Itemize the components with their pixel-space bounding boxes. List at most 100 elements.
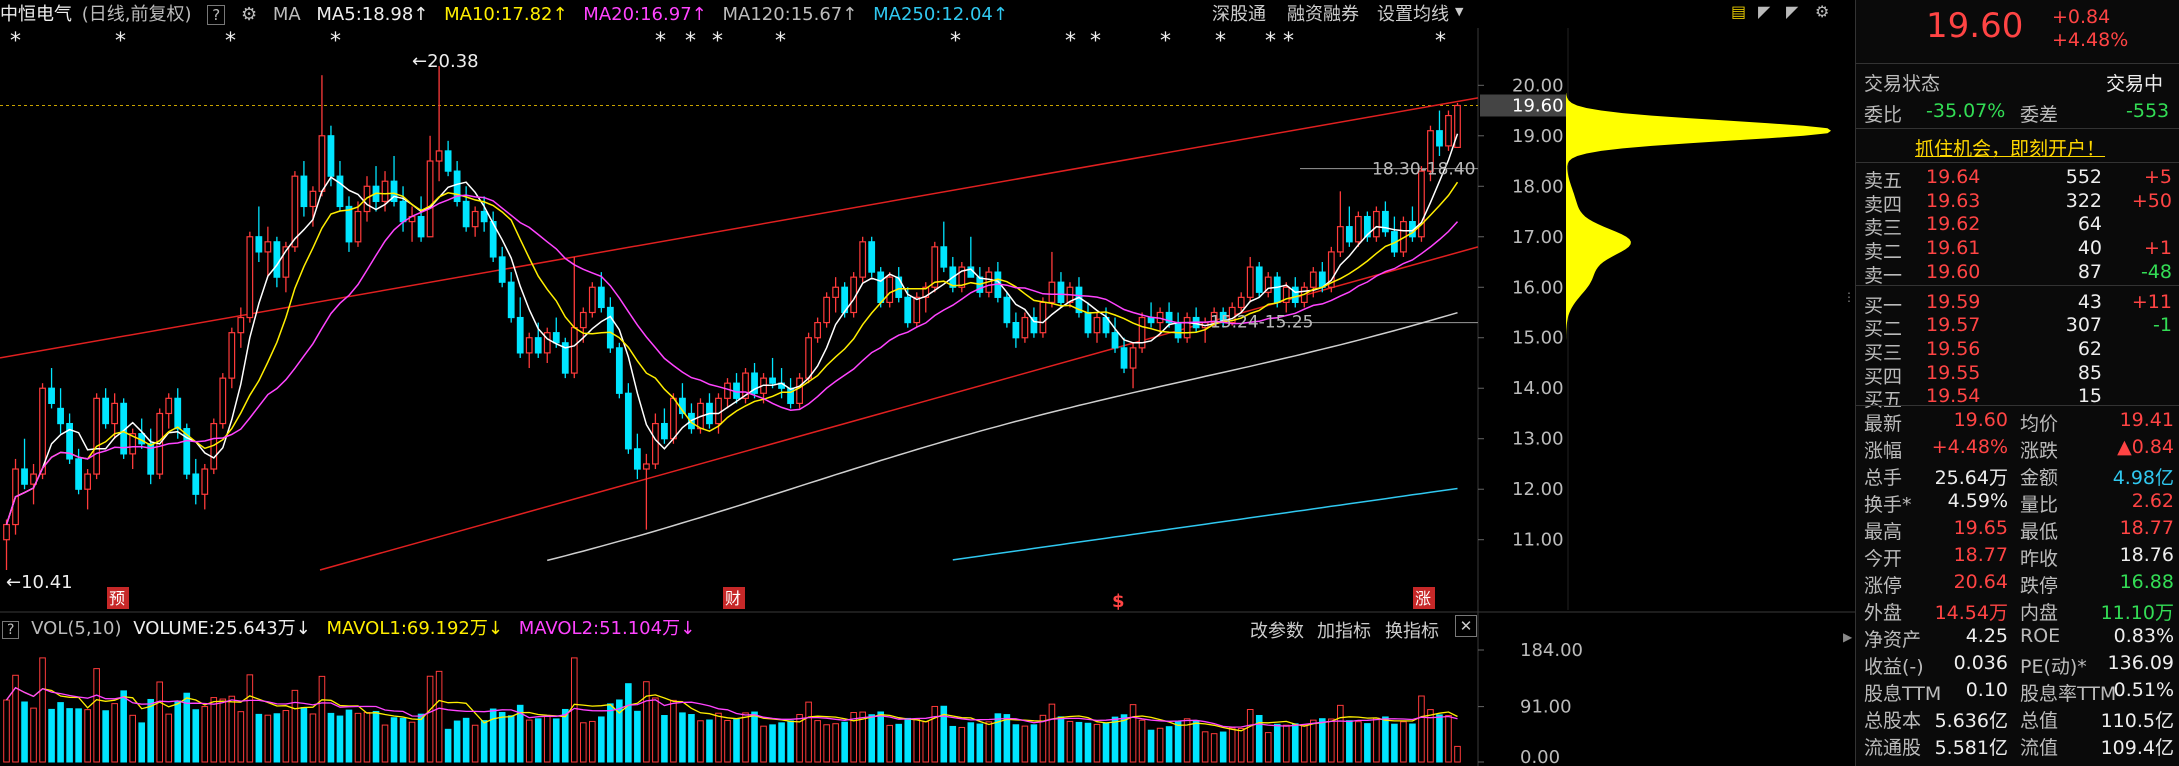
bid-row[interactable]: 买五 19.54 15 [1856, 385, 2179, 411]
stat-value: 4.59% [1947, 490, 2008, 512]
candle-body [507, 281, 515, 319]
volume-bar [1418, 695, 1425, 763]
volume-profile-shape [1566, 92, 1831, 353]
volume-bar [471, 724, 479, 763]
volume-bar [652, 697, 659, 763]
stat-value: +4.48% [1931, 436, 2008, 458]
candle-body [814, 321, 822, 339]
y-tick-label: 19.00 [1512, 126, 1564, 147]
dividend-marker: $ [1112, 591, 1125, 612]
event-star-icon: * [1160, 29, 1171, 54]
close-icon[interactable]: ✕ [1455, 615, 1477, 637]
candle-body [1237, 296, 1245, 309]
volume-bar [733, 718, 740, 763]
volume-bar [39, 657, 46, 763]
volume-bar [1003, 714, 1011, 763]
volume-bar [625, 683, 632, 763]
candle-body [769, 377, 776, 384]
stat-row: 总手 25.64万 金额 4.98亿 [1856, 463, 2179, 489]
ask-row[interactable]: 卖五 19.64 552 +5 [1856, 166, 2179, 192]
candle-body [1336, 226, 1344, 253]
candle-body [895, 276, 903, 298]
candle-body [642, 463, 650, 470]
switch-indicator-button[interactable]: 换指标 [1385, 617, 1439, 643]
bid-row[interactable]: 买三 19.56 62 [1856, 338, 2179, 364]
event-star-icon: * [1435, 29, 1446, 54]
volume-bar [1319, 718, 1326, 763]
candle-body [318, 135, 326, 192]
volume-bar [877, 711, 884, 763]
candlestick-chart[interactable]: * * * * * * * * * * * * * * * * 20.00 19.00 18.00 17.00 16.0… [0, 0, 1855, 766]
event-star-icon: * [330, 29, 341, 54]
volume-bar [949, 725, 957, 763]
level-price: 19.60 [1926, 260, 1981, 283]
volume-bar [1273, 723, 1281, 763]
candle-body [192, 473, 200, 495]
volume-bar [1210, 733, 1218, 763]
candle-body [237, 316, 245, 334]
event-star-icon: * [712, 29, 723, 54]
volume-header: ? VOL(5,10) VOLUME:25.643万↓ MAVOL1:69.19… [0, 614, 695, 644]
candle-body [354, 210, 362, 243]
volume-bar [886, 724, 894, 763]
volume-bar [841, 721, 848, 763]
volume-bar [444, 728, 452, 763]
stat-value: 0.83% [2113, 625, 2174, 647]
volume-bar [336, 715, 344, 763]
change-params-button[interactable]: 改参数 [1250, 617, 1304, 643]
trend-lines [0, 97, 1479, 571]
stat-value: 5.581亿 [1934, 737, 2008, 759]
bid-row[interactable]: 买二 19.57 307 -1 [1856, 314, 2179, 340]
ask-row[interactable]: 卖三 19.62 64 [1856, 213, 2179, 239]
volume-bar [1075, 721, 1083, 763]
ask-row[interactable]: 卖二 19.61 40 +1 [1856, 237, 2179, 263]
volume-bar [399, 717, 407, 763]
volume-bar [543, 715, 551, 763]
expand-arrow-icon[interactable]: ▶ [1843, 630, 1853, 650]
collapse-handle-icon[interactable]: ⋮ [1843, 290, 1855, 310]
promo-link[interactable]: 抓住机会，即刻开户！ [1915, 134, 2105, 161]
level-volume: 307 [2065, 314, 2102, 337]
stat-value: 110.5亿 [2100, 710, 2174, 732]
stat-label: ROE [2020, 625, 2061, 647]
volume-bar [273, 713, 281, 763]
volume-bar [210, 697, 218, 763]
candle-body [652, 422, 659, 465]
candle-body [823, 296, 831, 324]
y-tick-label: 11.00 [1512, 530, 1564, 551]
y-tick-label: 18.00 [1512, 176, 1564, 197]
high-annotation: ←20.38 [412, 51, 479, 72]
candle-body [255, 236, 263, 253]
bid-row[interactable]: 买一 19.59 43 +11 [1856, 291, 2179, 317]
level-price: 19.61 [1926, 237, 1981, 260]
level-price: 19.63 [1926, 189, 1981, 212]
low-annotation: ←10.41 [6, 572, 73, 593]
candle-body [75, 458, 82, 490]
bid-row[interactable]: 买四 19.55 85 [1856, 362, 2179, 388]
add-indicator-button[interactable]: 加指标 [1317, 617, 1371, 643]
stat-value: 19.41 [2119, 409, 2174, 431]
volume-bar [670, 699, 677, 763]
candle-body [174, 397, 182, 430]
ask-row[interactable]: 卖一 19.60 87 -48 [1856, 261, 2179, 287]
ask-row[interactable]: 卖四 19.63 322 +50 [1856, 190, 2179, 216]
volume-bar [534, 718, 542, 763]
volume-bar [174, 700, 182, 763]
vol-label[interactable]: VOL(5,10) [31, 618, 121, 639]
event-star-icon: * [1283, 29, 1294, 54]
stat-row: 最高 19.65 最低 18.77 [1856, 517, 2179, 543]
volume-bar [237, 711, 245, 763]
volume-bar [1382, 716, 1389, 763]
volume-bar [967, 722, 975, 763]
resistance-label: 18.30-18.40 [1372, 160, 1475, 180]
volume-bar [895, 723, 903, 763]
level-volume: 64 [2077, 213, 2102, 236]
candle-body [597, 286, 605, 309]
volume-bar [1012, 724, 1020, 763]
volume-bar [1066, 720, 1074, 763]
volume-bar [1400, 721, 1407, 763]
vol-help-icon[interactable]: ? [2, 621, 20, 639]
volume-bar [1093, 723, 1101, 763]
volume-bar [751, 711, 758, 763]
stat-label: 总值 [2020, 710, 2059, 732]
